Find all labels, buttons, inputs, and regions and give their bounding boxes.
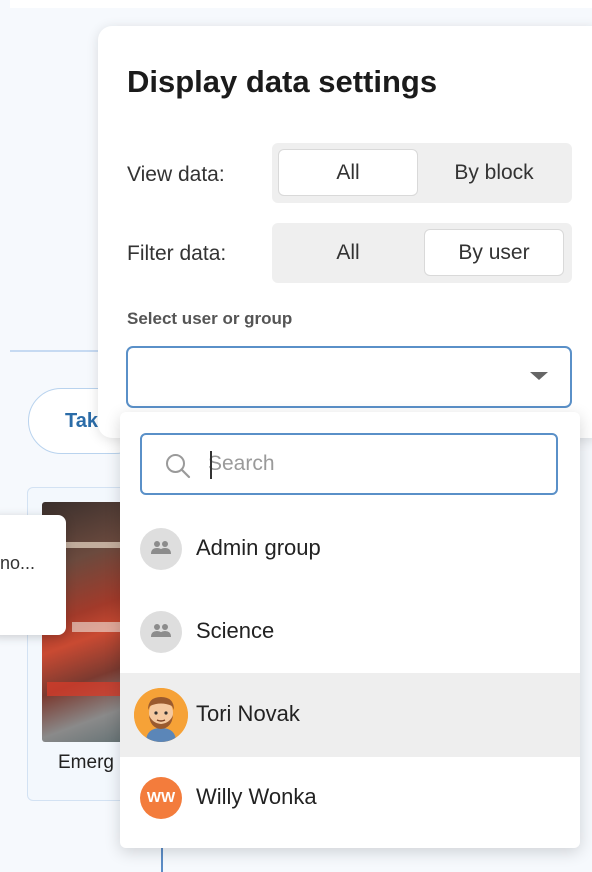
user-group-dropdown: Admin group Science: [120, 412, 580, 848]
option-label: Science: [196, 618, 275, 643]
filter-data-by-user-button[interactable]: By user: [424, 229, 564, 276]
option-label: Tori Novak: [196, 701, 300, 726]
tooltip-text: no...: [0, 553, 36, 573]
view-data-all-button[interactable]: All: [278, 149, 418, 196]
select-user-or-group-label: Select user or group: [127, 309, 293, 328]
user-group-select[interactable]: [126, 346, 572, 408]
view-data-toggle: All By block: [272, 143, 572, 203]
option-tori-novak[interactable]: Tori Novak: [120, 673, 580, 757]
screen: Tak Emerg no... Display data settings Vi…: [0, 0, 592, 872]
initials-avatar: WW: [140, 777, 182, 819]
filter-data-label: Filter data:: [127, 242, 227, 265]
card-title: Emerg: [58, 752, 114, 773]
filter-data-toggle: All By user: [272, 223, 572, 283]
background-tooltip: no...: [0, 515, 66, 635]
search-icon: [166, 454, 191, 479]
view-data-label: View data:: [127, 163, 225, 186]
display-data-settings-panel: Display data settings View data: All By …: [98, 26, 592, 438]
group-icon: [140, 611, 182, 653]
option-label: Willy Wonka: [196, 784, 317, 809]
view-data-by-block-button[interactable]: By block: [424, 149, 564, 196]
option-label: Admin group: [196, 535, 321, 560]
search-input[interactable]: [208, 443, 538, 485]
text-cursor: [210, 451, 212, 479]
background-tab-label: Tak: [65, 410, 98, 432]
search-field[interactable]: [140, 433, 558, 495]
option-science[interactable]: Science: [120, 590, 580, 674]
filter-data-all-button[interactable]: All: [278, 229, 418, 276]
caret-down-icon: [530, 372, 548, 380]
group-icon: [140, 528, 182, 570]
option-willy-wonka[interactable]: WW Willy Wonka: [120, 756, 580, 840]
option-admin-group[interactable]: Admin group: [120, 507, 580, 591]
panel-title: Display data settings: [127, 64, 438, 99]
user-avatar-icon: [134, 688, 188, 742]
background-top-bar: [10, 0, 592, 8]
